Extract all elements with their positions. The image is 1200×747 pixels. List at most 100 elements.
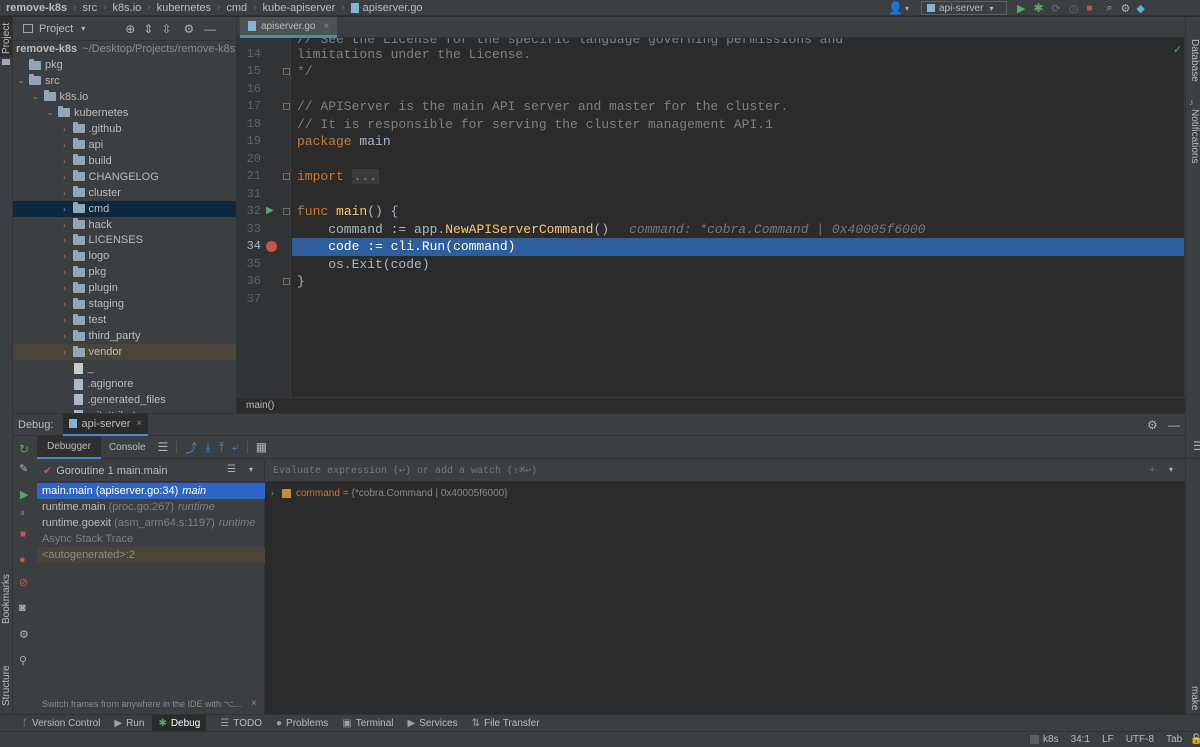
close-session-icon[interactable]: × <box>136 418 142 429</box>
tree-item[interactable]: › logo <box>13 248 236 264</box>
tree-item[interactable]: › CHANGELOG <box>13 169 236 185</box>
tree-item[interactable]: ⌄ src <box>13 73 236 89</box>
no-problems-check-icon[interactable]: ✓ <box>1173 43 1182 56</box>
evaluate-expression-field[interactable]: Evaluate expression (↩) or add a watch (… <box>265 460 1185 482</box>
rerun-icon[interactable]: ↻ <box>19 442 29 456</box>
hide-panel-icon[interactable]: — <box>204 22 216 36</box>
user-dropdown-chevron-icon[interactable]: ▾ <box>905 4 909 13</box>
close-hint-icon[interactable]: × <box>251 698 257 709</box>
tree-item[interactable]: › cluster <box>13 185 236 201</box>
tree-item[interactable]: › pkg <box>13 264 236 280</box>
profile-icon[interactable]: ◷ <box>1069 2 1079 15</box>
add-watch-icon[interactable]: + <box>1149 464 1155 476</box>
stop-icon[interactable]: ■ <box>20 529 26 540</box>
breadcrumb-main-func[interactable]: main() <box>246 400 274 411</box>
modify-config-icon[interactable]: ✎ <box>19 462 28 475</box>
nav-crumb-cmd[interactable]: cmd <box>226 2 247 14</box>
search-icon[interactable]: ⌕ <box>1106 2 1112 15</box>
camera-icon[interactable]: ◙ <box>19 602 26 614</box>
chevron-down-icon[interactable]: ▾ <box>1169 465 1173 474</box>
tree-item[interactable]: › staging <box>13 296 236 312</box>
tree-item[interactable]: › vendor <box>13 344 236 361</box>
panel-settings-icon[interactable]: ⚙ <box>183 22 194 36</box>
pause-icon[interactable]: ⏸ <box>20 508 25 519</box>
tree-item[interactable]: _ <box>13 360 236 376</box>
step-into-icon[interactable]: ⤒ <box>219 440 224 455</box>
goroutine-selector[interactable]: ✔ Goroutine 1 main.main ☰ ▾ <box>37 460 264 482</box>
frame-row[interactable]: runtime.goexit (asm_arm64.s:1197) runtime <box>37 515 265 531</box>
tool-terminal[interactable]: ▣ Terminal <box>342 718 393 729</box>
nav-crumb-project[interactable]: remove-k8s <box>6 2 67 14</box>
filter-frames-icon[interactable]: ☰ <box>227 464 236 475</box>
tree-item[interactable]: › .github <box>13 121 236 137</box>
code-view[interactable]: // See the License for the specific lang… <box>237 38 1185 397</box>
tool-file-transfer[interactable]: ⇅ File Transfer <box>472 718 540 729</box>
tool-problems[interactable]: ● Problems <box>276 718 328 729</box>
resume-icon[interactable]: ▶ <box>20 488 28 501</box>
coverage-icon[interactable]: ⟳ <box>1052 2 1061 15</box>
database-stripe-button[interactable]: Database <box>1187 39 1200 99</box>
nav-crumb-file[interactable]: apiserver.go <box>363 2 423 14</box>
chevron-right-icon[interactable]: › <box>60 283 70 293</box>
evaluate-table-icon[interactable]: ▦ <box>256 440 267 454</box>
chevron-right-icon[interactable]: › <box>60 347 70 357</box>
step-over-icon[interactable]: ⤓ <box>205 440 210 455</box>
tool-services[interactable]: ▶ Services <box>408 718 458 729</box>
run-icon[interactable]: ▶ <box>1017 2 1025 15</box>
chevron-right-icon[interactable]: › <box>60 251 70 261</box>
make-stripe-button[interactable]: make <box>1187 681 1200 711</box>
chevron-right-icon[interactable]: › <box>60 188 70 198</box>
run-config-select[interactable]: api-server ▾ <box>920 1 1007 15</box>
status-indent[interactable]: Tab <box>1166 734 1182 745</box>
chevron-down-icon[interactable]: ▾ <box>249 465 253 474</box>
tab-console[interactable]: Console <box>101 436 154 459</box>
show-execution-point-icon[interactable]: ⤴ <box>185 439 197 456</box>
tree-item[interactable]: › third_party <box>13 328 236 344</box>
expand-all-icon[interactable]: ⇕ <box>143 22 153 36</box>
expand-chevron-icon[interactable]: › <box>271 488 274 498</box>
chevron-right-icon[interactable]: › <box>60 172 70 182</box>
frame-row[interactable]: main.main (apiserver.go:34) main <box>37 483 265 499</box>
tree-item[interactable]: ⌄ kubernetes <box>13 105 236 121</box>
chevron-right-icon[interactable]: › <box>60 204 70 214</box>
project-view-title[interactable]: Project <box>39 23 73 35</box>
tree-item[interactable]: .generated_files <box>13 392 236 408</box>
hide-debug-icon[interactable]: — <box>1168 418 1180 432</box>
chevron-down-icon[interactable]: ⌄ <box>16 75 26 86</box>
tool-todo[interactable]: ☰ TODO <box>220 718 262 729</box>
mute-breakpoints-icon[interactable]: ⊘ <box>19 576 28 589</box>
debug-settings-icon[interactable]: ⚙ <box>1147 418 1158 432</box>
jetbrains-toolbox-icon[interactable]: ◆ <box>1136 2 1144 15</box>
status-line-separator[interactable]: LF <box>1102 734 1114 745</box>
chevron-right-icon[interactable]: › <box>60 124 70 134</box>
chevron-right-icon[interactable]: › <box>60 331 70 341</box>
stop-icon[interactable]: ■ <box>1086 3 1092 14</box>
debug-settings-icon[interactable]: ⚙ <box>19 628 29 641</box>
step-out-icon[interactable]: ⤶ <box>232 440 239 455</box>
tool-debug[interactable]: ✱ Debug <box>152 715 207 731</box>
layout-menu-icon[interactable]: ☰ <box>158 440 169 454</box>
nav-crumb-kube-apiserver[interactable]: kube-apiserver <box>263 2 336 14</box>
chevron-right-icon[interactable]: › <box>60 156 70 166</box>
status-caret-position[interactable]: 34:1 <box>1071 734 1090 745</box>
status-project[interactable]: k8s <box>1043 734 1059 745</box>
tree-item[interactable]: ⌄ k8s.io <box>13 89 236 105</box>
structure-stripe-button[interactable]: Structure <box>0 649 12 709</box>
async-frame-row[interactable]: <autogenerated>:2 <box>37 547 265 563</box>
layout-options-icon[interactable]: ☰ <box>1193 439 1200 453</box>
chevron-right-icon[interactable]: › <box>60 267 70 277</box>
settings-gear-icon[interactable]: ⚙ <box>1121 2 1131 15</box>
tab-debugger[interactable]: Debugger <box>37 435 101 459</box>
lock-icon[interactable]: 🔓 <box>1190 734 1200 745</box>
chevron-down-icon[interactable]: ⌄ <box>45 107 55 118</box>
tool-run[interactable]: ▶ Run <box>114 718 144 729</box>
project-stripe-button[interactable]: Project <box>0 17 12 57</box>
folded-imports[interactable]: ... <box>351 169 380 184</box>
nav-crumb-k8sio[interactable]: k8s.io <box>113 2 142 14</box>
tree-root[interactable]: remove-k8s ~/Desktop/Projects/remove-k8s <box>13 41 236 57</box>
tree-item[interactable]: › cmd <box>13 200 236 217</box>
nav-crumb-kubernetes[interactable]: kubernetes <box>157 2 211 14</box>
tree-item[interactable]: › hack <box>13 217 236 233</box>
close-tab-icon[interactable]: × <box>323 21 329 32</box>
chevron-down-icon[interactable]: ⌄ <box>31 91 41 102</box>
